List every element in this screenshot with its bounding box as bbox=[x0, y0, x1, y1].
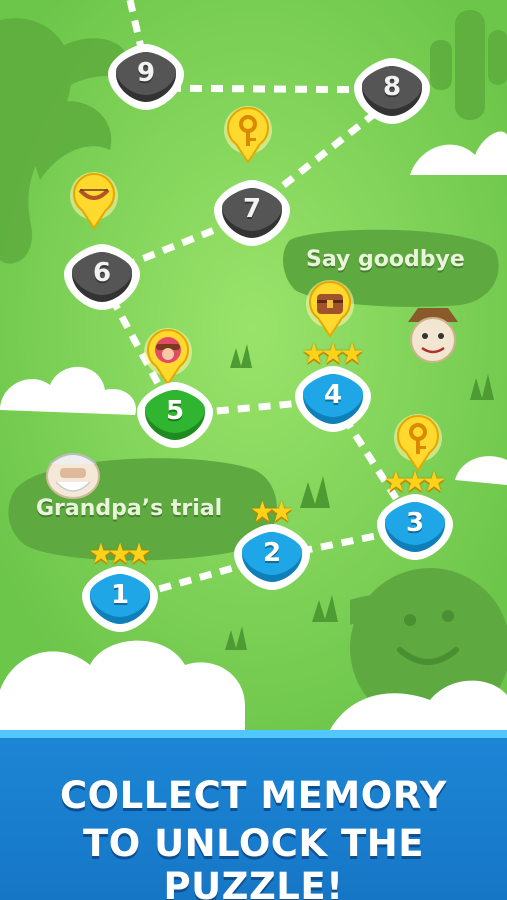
level-node-9[interactable]: 9 bbox=[104, 40, 188, 114]
star-icon: ★ bbox=[339, 337, 365, 370]
level-number: 8 bbox=[382, 72, 402, 102]
treasure-chest-icon bbox=[306, 280, 354, 338]
level-node-5[interactable]: 5 bbox=[133, 378, 217, 452]
level-node-3[interactable]: 3 ★★★ bbox=[373, 468, 457, 564]
level-number: 6 bbox=[92, 258, 112, 288]
reward-key-pin[interactable] bbox=[222, 104, 274, 166]
area-label-say-goodbye: Say goodbye bbox=[306, 247, 465, 272]
level-number: 2 bbox=[262, 538, 282, 568]
level-number: 7 bbox=[242, 194, 262, 224]
level-number: 4 bbox=[323, 380, 343, 410]
level-node-1[interactable]: 1 ★★★ bbox=[78, 540, 162, 636]
star-icon: ★ bbox=[269, 495, 295, 528]
star-icon: ★ bbox=[126, 537, 152, 570]
key-icon bbox=[224, 106, 272, 164]
level-node-4[interactable]: 4 ★★★ bbox=[291, 340, 375, 436]
level-number: 3 bbox=[405, 508, 425, 538]
level-stars: ★★★ bbox=[291, 340, 375, 368]
banner-headline-line1: COLLECT MEMORY bbox=[60, 774, 447, 817]
banner-stripe bbox=[0, 730, 507, 738]
level-stars: ★★ bbox=[230, 498, 314, 526]
level-node-2[interactable]: 2 ★★ bbox=[230, 498, 314, 594]
game-screen: Say goodbye Grandpa’s trial 1 ★★★ 2 ★★ 3… bbox=[0, 0, 507, 900]
level-stars: ★★★ bbox=[373, 468, 457, 496]
star-icon: ★ bbox=[421, 465, 447, 498]
level-node-6[interactable]: 6 bbox=[60, 240, 144, 314]
reward-bow-pin[interactable] bbox=[68, 170, 120, 232]
promo-banner: COLLECT MEMORY TO UNLOCK THE PUZZLE! bbox=[0, 730, 507, 900]
level-node-8[interactable]: 8 bbox=[350, 54, 434, 128]
level-node-7[interactable]: 7 bbox=[210, 176, 294, 250]
grandpa-character-icon bbox=[46, 453, 100, 499]
level-stars: ★★★ bbox=[78, 540, 162, 568]
level-number: 9 bbox=[136, 58, 156, 88]
scarecrow-character-icon bbox=[408, 308, 458, 363]
reward-chest-pin[interactable] bbox=[304, 278, 356, 340]
level-number: 5 bbox=[165, 396, 185, 426]
banner-headline-line2: TO UNLOCK THE PUZZLE! bbox=[83, 822, 424, 900]
bow-icon bbox=[70, 172, 118, 230]
level-map: Say goodbye Grandpa’s trial 1 ★★★ 2 ★★ 3… bbox=[0, 0, 507, 730]
level-number: 1 bbox=[110, 580, 130, 610]
